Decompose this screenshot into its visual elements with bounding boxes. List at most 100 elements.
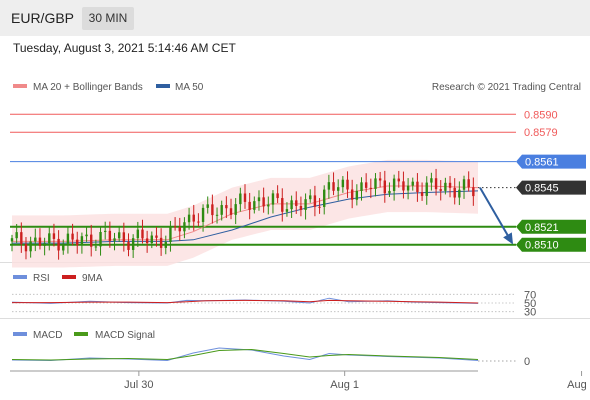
- candle-body: [383, 180, 386, 194]
- ma50-legend-swatch: [156, 84, 170, 88]
- candle-body: [346, 179, 349, 190]
- candle-body: [416, 181, 419, 193]
- candle-body: [462, 179, 466, 190]
- ma50-legend-label: MA 50: [175, 82, 204, 93]
- level-label-0.8521: 0.8521: [525, 222, 559, 234]
- candle-body: [122, 232, 126, 242]
- level-label-0.8510: 0.8510: [525, 240, 559, 252]
- macd-legend: MACD MACD Signal: [13, 330, 155, 341]
- candle-body: [243, 193, 247, 202]
- candle-body: [141, 229, 144, 239]
- ma20-legend-swatch: [13, 84, 27, 88]
- x-tick-label: Jul 30: [124, 379, 153, 391]
- candle-body: [20, 232, 23, 245]
- rsi-legend-label: RSI: [33, 273, 50, 284]
- candle-body: [262, 197, 265, 207]
- candle-body: [94, 246, 98, 248]
- rsi-ma-legend-swatch: [62, 275, 76, 279]
- x-axis: Jul 30 Aug 1 Aug 3: [10, 370, 590, 391]
- candle-body: [85, 234, 88, 237]
- candle-body: [267, 204, 270, 207]
- candle-body: [281, 198, 284, 212]
- rsi-legend-swatch: [13, 275, 27, 279]
- candle-body: [285, 209, 289, 212]
- candle-body: [229, 208, 233, 215]
- candle-body: [323, 189, 326, 207]
- macd-panel: 0: [11, 347, 530, 368]
- candle-body: [350, 189, 354, 200]
- candle-body: [90, 234, 93, 247]
- candle-body: [364, 182, 368, 188]
- candle-body: [257, 197, 261, 202]
- candle-body: [402, 181, 405, 191]
- candle-body: [453, 187, 456, 198]
- macd-signal-legend-swatch: [74, 332, 88, 336]
- level-label-0.8590: 0.8590: [524, 109, 558, 121]
- candle-body: [434, 178, 438, 190]
- forecast-arrow: [479, 187, 514, 245]
- candle-body: [448, 182, 452, 188]
- candle-body: [388, 190, 391, 194]
- candle-body: [150, 235, 153, 244]
- candle-body: [378, 178, 382, 181]
- candle-body: [327, 182, 331, 190]
- candle-body: [48, 233, 51, 244]
- macd-legend-swatch: [13, 332, 27, 336]
- rsi-ma-legend-label: 9MA: [82, 273, 103, 284]
- candle-body: [201, 207, 205, 222]
- candle-body: [173, 226, 177, 228]
- candle-body: [337, 187, 340, 191]
- candle-body: [248, 201, 251, 210]
- main-legend: MA 20 + Bollinger Bands MA 50 Research ©…: [13, 82, 581, 93]
- candle-body: [192, 214, 195, 222]
- candle-body: [187, 214, 191, 223]
- candle-body: [10, 238, 14, 242]
- candle-body: [113, 238, 116, 241]
- candle-body: [276, 193, 279, 199]
- candle-body: [406, 185, 410, 191]
- candle-body: [104, 230, 107, 232]
- candle-body: [439, 189, 442, 191]
- candle-body: [57, 238, 60, 251]
- candle-body: [169, 226, 172, 243]
- candle-body: [467, 179, 470, 188]
- candle-body: [117, 232, 121, 239]
- candle-body: [253, 201, 256, 210]
- candle-body: [290, 200, 293, 210]
- rsi-level-label-30: 30: [524, 307, 536, 319]
- candle-body: [313, 195, 317, 207]
- candle-body: [299, 205, 303, 210]
- candle-body: [211, 204, 214, 216]
- candle-body: [360, 182, 363, 191]
- candle-body: [220, 205, 223, 215]
- candle-body: [355, 190, 359, 200]
- candle-body: [420, 192, 424, 196]
- macd-signal-legend-label: MACD Signal: [95, 330, 155, 341]
- candle-body: [239, 193, 242, 205]
- candle-body: [178, 227, 181, 232]
- forecast-arrow-shaft: [479, 187, 513, 244]
- ma20-legend-label: MA 20 + Bollinger Bands: [33, 82, 143, 93]
- candle-body: [66, 233, 70, 244]
- candle-body: [309, 195, 312, 200]
- candle-body: [52, 233, 56, 239]
- candle-body: [136, 229, 140, 239]
- macd-legend-label: MACD: [33, 330, 62, 341]
- candle-body: [397, 178, 400, 182]
- candle-body: [80, 236, 84, 246]
- candle-body: [24, 244, 28, 252]
- candle-body: [108, 230, 112, 241]
- x-tick-label: Aug 3: [567, 379, 590, 391]
- candle-body: [164, 242, 167, 248]
- candle-body: [430, 178, 433, 183]
- candle-body: [206, 204, 209, 208]
- candle-body: [43, 243, 46, 246]
- candle-body: [225, 205, 228, 209]
- candle-body: [127, 241, 130, 250]
- candle-body: [341, 179, 345, 188]
- candle-body: [71, 233, 74, 240]
- candle-body: [34, 237, 37, 242]
- candle-body: [374, 178, 377, 189]
- candle-body: [234, 204, 237, 215]
- candle-body: [444, 182, 447, 191]
